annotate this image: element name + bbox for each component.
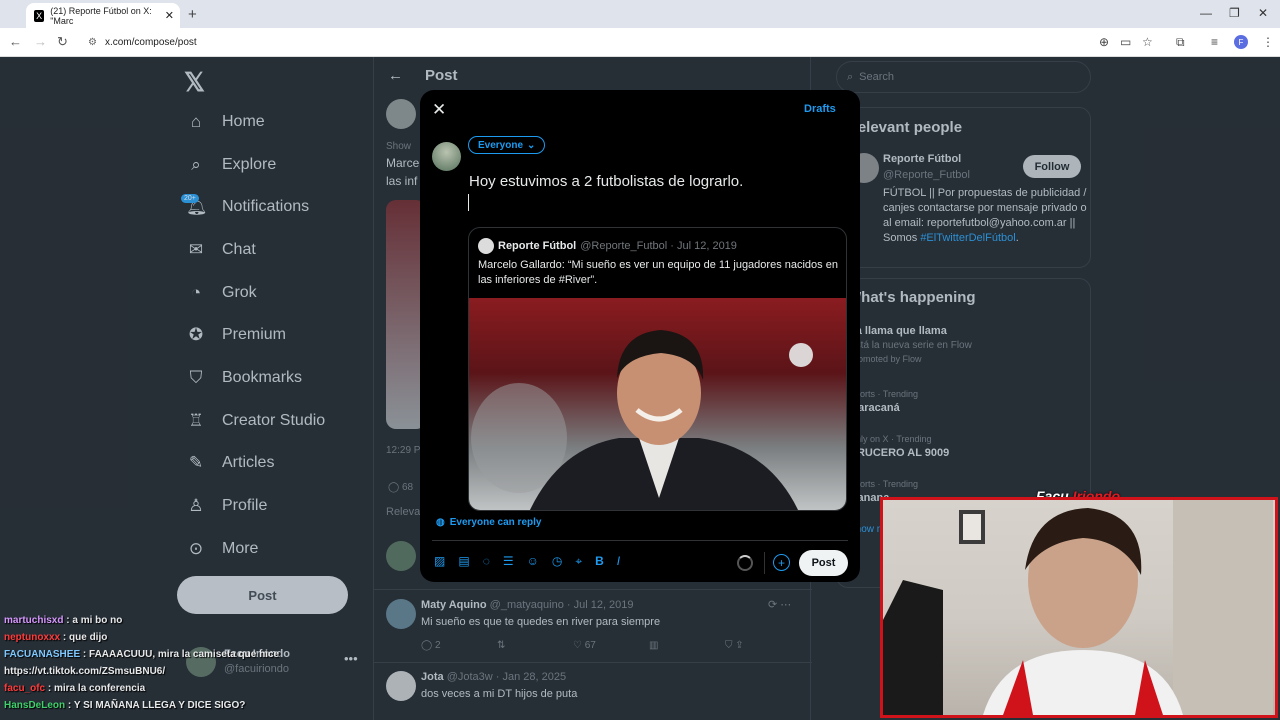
stream-chat: martuchisxd : a mi bo no neptunoxxx : qu… — [4, 612, 364, 714]
text-caret — [468, 194, 469, 211]
close-tab-icon[interactable]: ✕ — [165, 9, 174, 22]
url-text: x.com/compose/post — [104, 37, 197, 48]
minimize-icon[interactable]: — — [1200, 6, 1212, 20]
chat-line: martuchisxd : a mi bo no — [4, 612, 364, 629]
reading-list-icon[interactable]: ≡ — [1211, 35, 1218, 49]
emoji-icon[interactable]: ☺ — [527, 554, 539, 569]
bookmark-star-icon[interactable]: ☆ — [1142, 35, 1153, 49]
extensions-icon[interactable]: ⧉ — [1176, 35, 1185, 50]
char-count-ring — [737, 555, 753, 571]
chat-message: https://vt.tiktok.com/ZSmsuBNU6/ — [4, 666, 166, 677]
chat-user: facu_ofc — [4, 683, 46, 694]
compose-textarea[interactable]: Hoy estuvimos a 2 futbolistas de lograrl… — [469, 173, 743, 190]
add-post-icon[interactable]: + — [773, 554, 790, 571]
address-bar-row: ← → ↻ ⚙ x.com/compose/post ⊕ ▭ ☆ ⧉ ≡ ⋮ — [0, 28, 1280, 57]
zoom-icon[interactable]: ⊕ — [1099, 35, 1109, 49]
url-field[interactable]: ⚙ x.com/compose/post — [80, 32, 1140, 53]
webcam-overlay — [880, 497, 1278, 718]
photo-illustration — [471, 330, 813, 510]
quote-author: Reporte Fútbol — [498, 240, 577, 252]
grok-icon[interactable]: ◌ — [483, 554, 490, 569]
browser-tab[interactable]: X (21) Reporte Fútbol on X: "Marc ✕ — [26, 3, 180, 28]
browser-profile-avatar[interactable]: F — [1234, 35, 1248, 49]
chat-message: : mira la conferencia — [47, 683, 146, 694]
menu-icon[interactable]: ⋮ — [1262, 35, 1274, 49]
forward-icon[interactable]: → — [34, 34, 47, 49]
drafts-button[interactable]: Drafts — [804, 103, 836, 115]
chat-line: facu_ofc : mira la conferencia — [4, 680, 364, 697]
avatar — [432, 142, 461, 171]
quote-photo — [469, 298, 846, 510]
divider — [764, 552, 765, 574]
globe-icon: ◍ — [436, 517, 445, 528]
chat-message: : FAAAACUUU, mira la camiseta que hice — [82, 649, 280, 660]
close-icon[interactable]: ✕ — [432, 100, 446, 120]
webcam-illustration — [883, 500, 1273, 715]
quote-meta: @Reporte_Futbol · Jul 12, 2019 — [580, 240, 737, 252]
italic-icon[interactable]: I — [617, 554, 620, 569]
chat-message: : que dijo — [62, 632, 108, 643]
chat-message: : a mi bo no — [66, 615, 123, 626]
post-button[interactable]: Post — [799, 550, 848, 576]
chat-user: FACUANASHEE — [4, 649, 81, 660]
window-close-icon[interactable]: ✕ — [1258, 6, 1268, 20]
tab-title: (21) Reporte Fútbol on X: "Marc — [50, 5, 152, 26]
quote-header: Reporte Fútbol @Reporte_Futbol · Jul 12,… — [478, 238, 737, 254]
gif-icon[interactable]: ▤ — [458, 554, 469, 569]
quoted-post[interactable]: Reporte Fútbol @Reporte_Futbol · Jul 12,… — [468, 227, 847, 511]
chat-user: HansDeLeon — [4, 700, 66, 711]
chat-line: FACUANASHEE : FAAAACUUU, mira la camiset… — [4, 646, 364, 663]
media-icon[interactable]: ▨ — [434, 554, 445, 569]
avatar — [478, 238, 494, 254]
schedule-icon[interactable]: ◷ — [552, 554, 562, 569]
audience-label: Everyone — [478, 139, 524, 151]
back-icon[interactable]: ← — [9, 34, 22, 49]
poll-icon[interactable]: ☰ — [503, 554, 514, 569]
chat-line: https://vt.tiktok.com/ZSmsuBNU6/ — [4, 663, 364, 680]
new-tab-icon[interactable]: + — [188, 6, 197, 23]
reply-setting-label: Everyone can reply — [449, 517, 542, 528]
location-icon[interactable]: ⌖ — [575, 554, 582, 569]
chat-line: neptunoxxx : que dijo — [4, 629, 364, 646]
quote-text: Marcelo Gallardo: “Mi sueño es ver un eq… — [478, 259, 838, 286]
chat-line: HansDeLeon : Y SI MAÑANA LLEGA Y DICE SI… — [4, 697, 364, 714]
compose-toolbar: ▨ ▤ ◌ ☰ ☺ ◷ ⌖ B I — [434, 554, 620, 569]
x-favicon-icon: X — [34, 9, 45, 22]
divider — [432, 540, 848, 541]
compose-modal: ✕ Drafts Everyone ⌄ Hoy estuvimos a 2 fu… — [420, 90, 860, 582]
chevron-down-icon: ⌄ — [527, 139, 536, 151]
audience-selector[interactable]: Everyone ⌄ — [468, 136, 546, 154]
cast-icon[interactable]: ▭ — [1120, 35, 1131, 49]
browser-tab-strip: X (21) Reporte Fútbol on X: "Marc ✕ + — … — [0, 0, 1280, 28]
reload-icon[interactable]: ↻ — [57, 34, 68, 50]
chat-user: martuchisxd — [4, 615, 64, 626]
bold-icon[interactable]: B — [595, 554, 604, 569]
restore-icon[interactable]: ❐ — [1229, 6, 1240, 20]
chat-user: neptunoxxx — [4, 632, 61, 643]
reply-settings[interactable]: ◍ Everyone can reply — [436, 517, 541, 528]
chat-message: : Y SI MAÑANA LLEGA Y DICE SIGO? — [67, 700, 246, 711]
site-info-icon[interactable]: ⚙ — [88, 37, 97, 48]
